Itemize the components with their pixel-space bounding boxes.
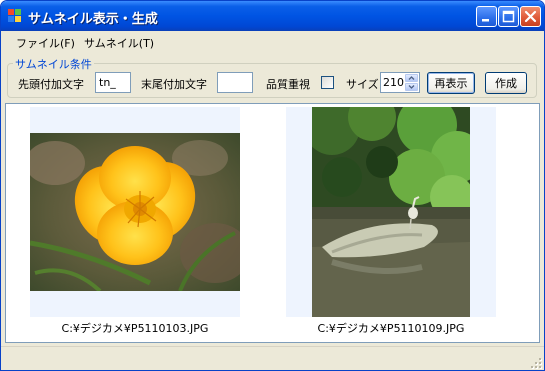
menu-file[interactable]: ファイル(F) — [16, 35, 75, 51]
minimize-icon — [482, 19, 489, 22]
thumbnail-image — [312, 107, 470, 317]
quality-label: 品質重視 — [266, 78, 310, 91]
main-window: サムネイル表示・生成 ファイル(F) サムネイル(T) サムネイル条件 先頭付加… — [0, 0, 545, 371]
thumbnail-panel[interactable]: C:¥デジカメ¥P5110103.JPG C:¥デジカメ¥P5110109.JP… — [5, 103, 540, 343]
thumbnail-image — [30, 133, 240, 291]
size-stepper[interactable]: 210 — [380, 72, 420, 93]
stepper-down-button[interactable] — [405, 83, 418, 91]
stepper-buttons — [405, 74, 418, 91]
size-value: 210 — [383, 76, 404, 89]
size-label: サイズ — [346, 78, 379, 91]
redisplay-button[interactable]: 再表示 — [427, 72, 475, 94]
suffix-input[interactable] — [217, 72, 253, 93]
menu-thumbnail[interactable]: サムネイル(T) — [84, 35, 154, 51]
arrow-down-icon — [408, 85, 415, 89]
prefix-input[interactable] — [95, 72, 131, 93]
thumbnail-caption: C:¥デジカメ¥P5110109.JPG — [317, 322, 465, 335]
window-title: サムネイル表示・生成 — [28, 12, 158, 27]
create-button[interactable]: 作成 — [485, 72, 527, 94]
title-bar[interactable]: サムネイル表示・生成 — [1, 1, 544, 31]
thumbnail-caption: C:¥デジカメ¥P5110103.JPG — [61, 322, 209, 335]
menu-bar: ファイル(F) サムネイル(T) — [1, 31, 544, 53]
app-window-icon — [8, 9, 22, 23]
thumbnail-options-title: サムネイル条件 — [13, 56, 94, 72]
resize-grip-icon[interactable] — [531, 358, 543, 370]
quality-checkbox[interactable] — [321, 76, 334, 89]
stepper-up-button[interactable] — [405, 74, 418, 82]
maximize-icon — [502, 10, 515, 23]
close-button[interactable] — [520, 6, 541, 27]
thumbnail-item[interactable] — [30, 107, 240, 317]
suffix-label: 末尾付加文字 — [141, 78, 207, 91]
close-icon — [524, 10, 537, 23]
maximize-button[interactable] — [498, 6, 519, 27]
thumbnail-item[interactable] — [286, 107, 496, 317]
arrow-up-icon — [408, 76, 415, 80]
status-bar — [1, 346, 544, 370]
prefix-label: 先頭付加文字 — [18, 78, 84, 91]
minimize-button[interactable] — [476, 6, 497, 27]
